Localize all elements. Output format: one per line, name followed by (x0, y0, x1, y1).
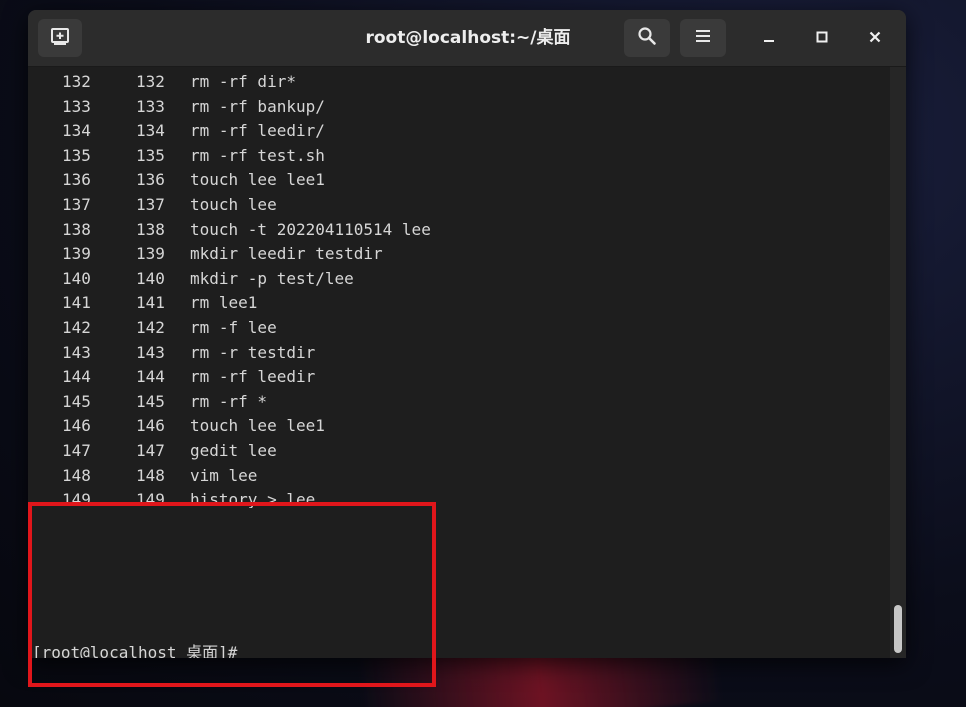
history-row: 146 146 touch lee lee1 (28, 414, 886, 439)
history-command: rm -rf leedir (190, 367, 316, 387)
history-number: 141 (136, 293, 165, 313)
window-titlebar[interactable]: root@localhost:~/桌面 (28, 10, 906, 67)
history-number: 139 (62, 244, 91, 264)
history-number: 132 (62, 72, 91, 91)
history-command: rm lee1 (190, 293, 258, 313)
history-number: 138 (62, 219, 91, 239)
history-row: 145 145 rm -rf * (28, 390, 886, 415)
window-title: root@localhost:~/桌面 (365, 28, 571, 48)
history-number: 134 (62, 121, 91, 141)
history-number: 136 (136, 170, 165, 190)
history-command: touch lee (190, 194, 277, 214)
history-number: 146 (62, 416, 91, 436)
scrollbar-thumb[interactable] (894, 605, 902, 653)
history-row: 142 142 rm -f lee (28, 316, 886, 341)
history-row: 135 135 rm -rf test.sh (28, 144, 886, 169)
history-number: 144 (136, 367, 165, 387)
history-row: 133 133 rm -rf bankup/ (28, 95, 886, 120)
history-command: rm -rf * (190, 391, 268, 411)
history-number: 141 (62, 293, 91, 313)
history-row: 138 138 touch -t 202204110514 lee (28, 218, 886, 243)
maximize-button[interactable] (807, 23, 837, 53)
history-number: 136 (62, 170, 91, 190)
history-number: 147 (62, 440, 91, 460)
history-command: rm -rf dir* (190, 72, 296, 91)
history-number: 133 (136, 96, 165, 116)
history-number: 143 (62, 342, 91, 362)
minimize-icon (762, 29, 776, 48)
close-button[interactable] (860, 23, 890, 53)
history-number: 146 (136, 416, 165, 436)
history-command: rm -r testdir (190, 342, 316, 362)
close-icon (868, 29, 882, 48)
menu-button[interactable] (680, 19, 726, 57)
new-tab-icon (50, 26, 70, 50)
history-number: 145 (62, 391, 91, 411)
history-row: 147 147 gedit lee (28, 439, 886, 464)
history-number: 143 (136, 342, 165, 362)
history-number: 133 (62, 96, 91, 116)
history-number: 140 (136, 268, 165, 288)
history-row: 136 136 touch lee lee1 (28, 168, 886, 193)
maximize-icon (815, 29, 829, 48)
history-number: 137 (136, 194, 165, 214)
search-button[interactable] (624, 19, 670, 57)
history-number: 145 (136, 391, 165, 411)
history-command: touch lee lee1 (190, 170, 325, 190)
history-number: 148 (62, 465, 91, 485)
minimize-button[interactable] (754, 23, 784, 53)
new-tab-button[interactable] (38, 19, 82, 57)
desktop-background: root@localhost:~/桌面 132 132 rm -rf dir* … (0, 0, 966, 707)
history-command: rm -rf bankup/ (190, 96, 325, 116)
history-number: 139 (136, 244, 165, 264)
history-number: 148 (136, 465, 165, 485)
history-command: rm -rf leedir/ (190, 121, 325, 141)
history-row: 137 137 touch lee (28, 193, 886, 218)
history-number: 140 (62, 268, 91, 288)
history-number: 142 (136, 317, 165, 337)
history-row: 132 132 rm -rf dir* (28, 70, 886, 95)
history-command: touch -t 202204110514 lee (190, 219, 431, 239)
red-highlight-box (28, 502, 436, 687)
hamburger-menu-icon (694, 28, 712, 48)
history-row: 139 139 mkdir leedir testdir (28, 242, 886, 267)
history-row: 148 148 vim lee (28, 464, 886, 489)
search-icon (637, 26, 657, 50)
history-row: 141 141 rm lee1 (28, 291, 886, 316)
history-number: 132 (136, 72, 165, 91)
history-output: 132 132 rm -rf dir* 133 133 rm -rf bankup/134… (28, 70, 886, 508)
history-number: 142 (62, 317, 91, 337)
scrollbar[interactable] (890, 67, 906, 658)
history-row: 144 144 rm -rf leedir (28, 365, 886, 390)
history-command: mkdir -p test/lee (190, 268, 354, 288)
history-command: vim lee (190, 465, 258, 485)
history-number: 138 (136, 219, 165, 239)
history-command: rm -f lee (190, 317, 277, 337)
history-number: 135 (136, 145, 165, 165)
history-row: 140 140 mkdir -p test/lee (28, 267, 886, 292)
history-number: 147 (136, 440, 165, 460)
history-command: mkdir leedir testdir (190, 244, 383, 264)
history-command: touch lee lee1 (190, 416, 325, 436)
history-row: 143 143 rm -r testdir (28, 341, 886, 366)
history-row: 134 134 rm -rf leedir/ (28, 119, 886, 144)
history-command: gedit lee (190, 440, 277, 460)
history-number: 135 (62, 145, 91, 165)
history-number: 134 (136, 121, 165, 141)
history-number: 137 (62, 194, 91, 214)
history-number: 144 (62, 367, 91, 387)
history-command: rm -rf test.sh (190, 145, 325, 165)
